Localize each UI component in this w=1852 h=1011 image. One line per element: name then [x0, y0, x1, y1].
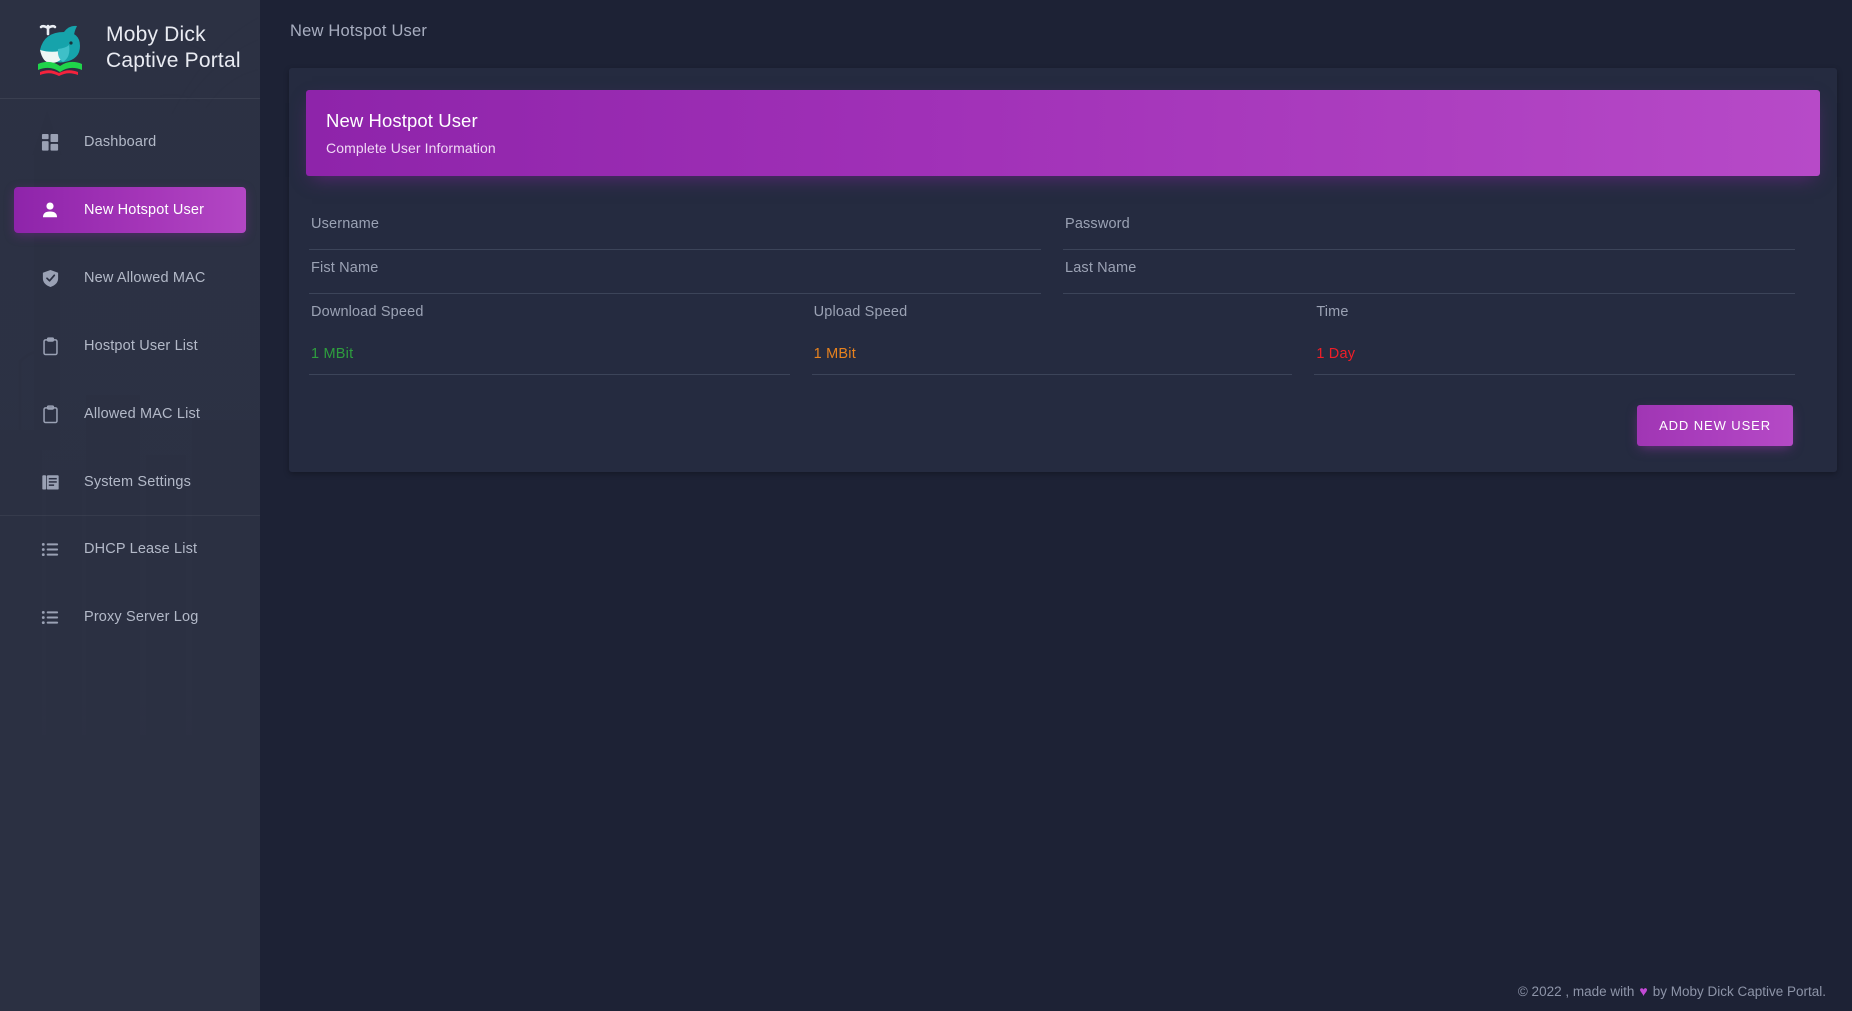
password-field-wrapper: Password: [1063, 206, 1817, 250]
time-select[interactable]: 1 Day: [1314, 344, 1795, 368]
list-icon: [40, 539, 60, 559]
page-title: New Hotspot User: [290, 21, 428, 40]
whale-book-logo-icon: [28, 16, 92, 80]
password-label: Password: [1065, 216, 1130, 232]
username-input[interactable]: [309, 241, 1041, 243]
list-icon: [40, 607, 60, 627]
clipboard-icon: [40, 404, 60, 424]
sidebar-item-dhcp-lease-list[interactable]: DHCP Lease List: [14, 526, 260, 572]
form-row-limits: Download Speed 1 MBit Upload Speed 1 MBi…: [309, 294, 1817, 375]
download-speed-label: Download Speed: [311, 304, 424, 320]
sidebar-item-system-settings[interactable]: System Settings: [14, 459, 260, 505]
sidebar-item-dashboard[interactable]: Dashboard: [14, 119, 260, 165]
download-speed-select[interactable]: 1 MBit: [309, 344, 790, 368]
footer-prefix: © 2022 , made with: [1517, 983, 1635, 999]
sidebar-item-new-allowed-mac[interactable]: New Allowed MAC: [14, 255, 260, 301]
time-label: Time: [1316, 304, 1349, 320]
new-user-card: New Hostpot User Complete User Informati…: [289, 68, 1837, 472]
heart-icon: ♥: [1639, 983, 1648, 999]
password-input[interactable]: [1063, 241, 1795, 243]
last-name-input[interactable]: [1063, 285, 1795, 287]
sidebar-item-new-hotspot-user[interactable]: New Hotspot User: [14, 187, 246, 233]
sidebar-item-label: New Allowed MAC: [84, 270, 206, 286]
last-name-label: Last Name: [1065, 260, 1137, 276]
upload-speed-label: Upload Speed: [813, 304, 908, 320]
new-user-form: Username Password Fist Name Last Name Do…: [289, 154, 1837, 446]
dashboard-grid-icon: [40, 132, 60, 152]
upload-speed-select[interactable]: 1 MBit: [812, 344, 1293, 368]
shield-check-icon: [40, 268, 60, 288]
upload-speed-field-wrapper: Upload Speed 1 MBit: [811, 294, 1315, 375]
card-header: New Hostpot User Complete User Informati…: [306, 90, 1820, 176]
sidebar-item-label: Proxy Server Log: [84, 609, 199, 625]
first-name-field-wrapper: Fist Name: [309, 250, 1063, 294]
sidebar-item-label: Allowed MAC List: [84, 406, 201, 422]
main-content: New Hotspot User New Hostpot User Comple…: [260, 0, 1852, 1011]
form-row-names: Fist Name Last Name: [309, 250, 1817, 294]
add-new-user-button[interactable]: ADD NEW USER: [1637, 405, 1793, 446]
download-speed-field-wrapper: Download Speed 1 MBit: [309, 294, 812, 375]
page-header: New Hotspot User: [260, 0, 1852, 62]
first-name-input[interactable]: [309, 285, 1041, 287]
username-label: Username: [311, 216, 380, 232]
nav-divider: [0, 515, 260, 516]
footer: © 2022 , made with ♥ by Moby Dick Captiv…: [1518, 983, 1826, 999]
sidebar-item-allowed-mac-list[interactable]: Allowed MAC List: [14, 391, 260, 437]
form-row-credentials: Username Password: [309, 206, 1817, 250]
last-name-field-wrapper: Last Name: [1063, 250, 1817, 294]
sidebar-item-label: System Settings: [84, 474, 192, 490]
sidebar: Moby Dick Captive Portal Dashboard New H…: [0, 0, 260, 1011]
card-title: New Hostpot User: [326, 110, 478, 131]
sidebar-item-label: Dashboard: [84, 134, 157, 150]
sidebar-item-hotspot-user-list[interactable]: Hostpot User List: [14, 323, 260, 369]
footer-suffix: by Moby Dick Captive Portal.: [1652, 983, 1826, 999]
first-name-label: Fist Name: [311, 260, 379, 276]
time-field-wrapper: Time 1 Day: [1314, 294, 1817, 375]
card-subtitle: Complete User Information: [326, 140, 496, 156]
form-actions: ADD NEW USER: [309, 375, 1817, 446]
username-field-wrapper: Username: [309, 206, 1063, 250]
sidebar-nav: Dashboard New Hotspot User New Allowed M…: [0, 99, 260, 640]
sidebar-item-label: New Hotspot User: [84, 202, 205, 218]
sidebar-item-proxy-server-log[interactable]: Proxy Server Log: [14, 594, 260, 640]
sidebar-item-label: DHCP Lease List: [84, 541, 198, 557]
brand[interactable]: Moby Dick Captive Portal: [0, 0, 260, 98]
clipboard-icon: [40, 336, 60, 356]
brand-name: Moby Dick Captive Portal: [106, 23, 241, 72]
person-icon: [40, 200, 60, 220]
sidebar-item-label: Hostpot User List: [84, 338, 198, 354]
document-list-icon: [40, 472, 60, 492]
